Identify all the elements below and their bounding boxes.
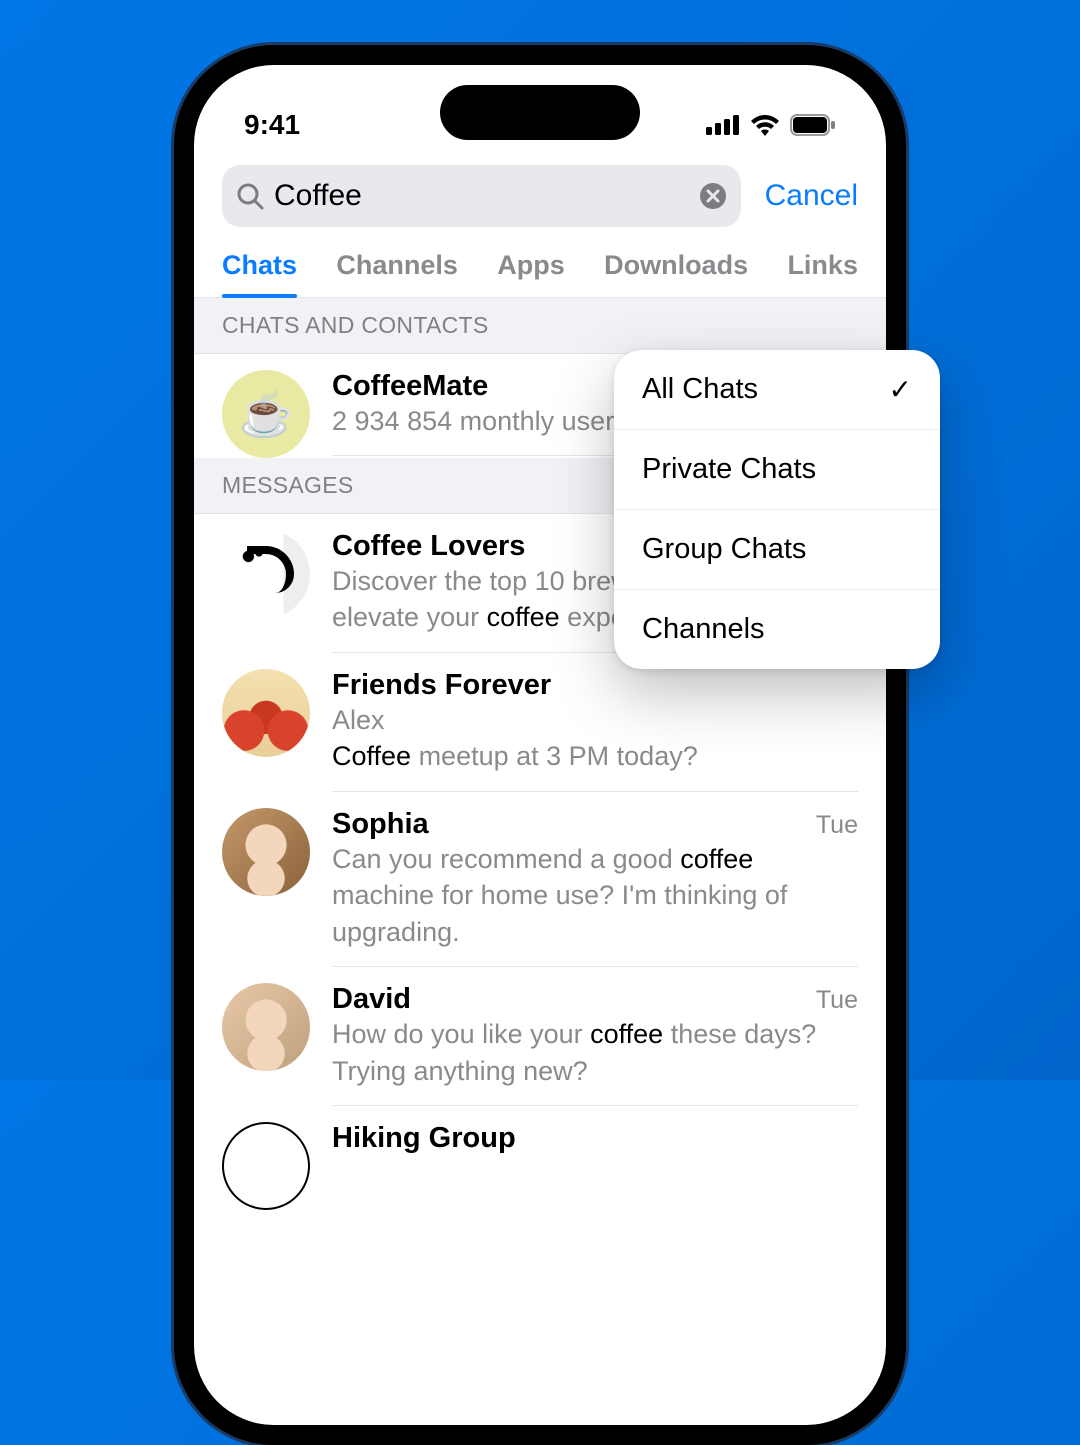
filter-label: Group Chats (642, 533, 806, 566)
contact-name: CoffeeMate (332, 370, 488, 403)
search-tabs: Chats Channels Apps Downloads Links (194, 232, 886, 298)
message-row[interactable]: Hiking Group (194, 1106, 886, 1210)
tab-chats[interactable]: Chats (222, 250, 297, 297)
message-row[interactable]: David Tue How do you like your coffee th… (194, 967, 886, 1106)
message-row[interactable]: Sophia Tue Can you recommend a good coff… (194, 792, 886, 967)
search-icon (236, 182, 264, 210)
chat-filter-popover: All Chats ✓ Private Chats Group Chats Ch… (614, 350, 940, 669)
chat-name: Coffee Lovers (332, 530, 525, 563)
avatar (222, 1122, 310, 1210)
phone-frame: 9:41 (174, 45, 906, 1445)
message-row[interactable]: Friends Forever Alex Coffee meetup at 3 … (194, 653, 886, 792)
filter-channels[interactable]: Channels (614, 590, 940, 669)
chat-name: Friends Forever (332, 669, 551, 702)
search-field[interactable] (222, 165, 741, 227)
battery-icon (790, 114, 836, 136)
checkmark-icon: ✓ (889, 373, 912, 406)
tab-downloads[interactable]: Downloads (604, 250, 748, 297)
cancel-button[interactable]: Cancel (765, 179, 858, 213)
filter-all-chats[interactable]: All Chats ✓ (614, 350, 940, 430)
filter-private-chats[interactable]: Private Chats (614, 430, 940, 510)
message-preview: How do you like your coffee these days? … (332, 1016, 858, 1089)
section-header-contacts: CHATS AND CONTACTS (194, 298, 886, 354)
tab-apps[interactable]: Apps (497, 250, 565, 297)
avatar (222, 983, 310, 1071)
dynamic-island (440, 85, 640, 140)
avatar (222, 530, 310, 618)
avatar (222, 669, 310, 757)
cellular-icon (706, 115, 740, 135)
filter-label: All Chats (642, 373, 758, 406)
message-preview: Can you recommend a good coffee machine … (332, 841, 858, 950)
avatar: ☕ (222, 370, 310, 458)
chat-name: Hiking Group (332, 1122, 516, 1155)
timestamp: Tue (816, 986, 858, 1015)
chat-name: David (332, 983, 411, 1016)
avatar (222, 808, 310, 896)
message-preview: Alex Coffee meetup at 3 PM today? (332, 702, 858, 775)
chat-name: Sophia (332, 808, 429, 841)
tab-channels[interactable]: Channels (336, 250, 458, 297)
timestamp: Tue (816, 811, 858, 840)
filter-label: Channels (642, 613, 765, 646)
clear-search-icon[interactable] (699, 182, 727, 210)
tab-links[interactable]: Links (787, 250, 858, 297)
screen: 9:41 (194, 65, 886, 1425)
status-time: 9:41 (244, 109, 300, 141)
filter-label: Private Chats (642, 453, 816, 486)
search-input[interactable] (274, 179, 689, 213)
filter-group-chats[interactable]: Group Chats (614, 510, 940, 590)
wifi-icon (750, 114, 780, 136)
